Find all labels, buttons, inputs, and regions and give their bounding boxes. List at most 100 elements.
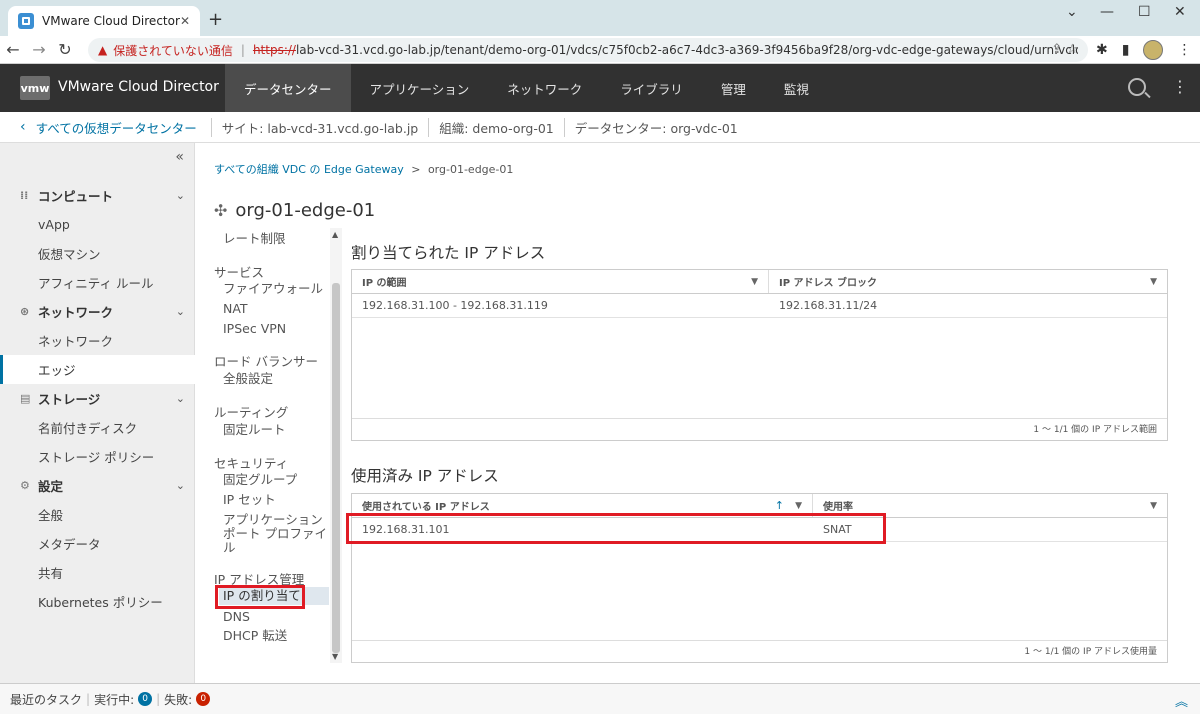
sidepanel-icon[interactable]: ▮ — [1122, 42, 1130, 58]
page-title: ✣ org-01-edge-01 — [214, 200, 376, 221]
minimize-icon[interactable]: — — [1100, 4, 1114, 20]
vmware-logo: vmw — [20, 76, 50, 100]
subnav-app-port-profiles-3[interactable]: ル — [223, 540, 331, 555]
grid-footer: 1 ～ 1/1 個の IP アドレス使用量 — [352, 640, 1167, 662]
nav-group-compute[interactable]: ⁞⁞ コンピュート ⌄ — [0, 181, 195, 210]
sidebar-item-networks[interactable]: ネットワーク — [0, 326, 195, 355]
column-ip-block[interactable]: IP アドレス ブロック ▼ — [769, 270, 1167, 293]
breadcrumb-link-edges[interactable]: すべての組織 VDC の Edge Gateway — [214, 163, 404, 176]
subnav-lb-general[interactable]: 全般設定 — [223, 371, 331, 386]
context-org: 組織: demo-org-01 — [428, 117, 564, 137]
back-arrow-icon[interactable]: ← — [0, 40, 26, 59]
sidebar-item-sharing[interactable]: 共有 — [0, 558, 195, 587]
network-icon: ⊛ — [20, 305, 30, 318]
recent-tasks-label[interactable]: 最近のタスク — [10, 691, 82, 708]
scroll-down-icon[interactable]: ▼ — [332, 652, 338, 661]
url-protocol: https:// — [252, 43, 296, 57]
allocated-ip-title: 割り当てられた IP アドレス — [351, 244, 546, 262]
subnav-ipsec[interactable]: IPSec VPN — [223, 321, 331, 336]
extensions-icon[interactable]: ✱ — [1096, 42, 1108, 58]
grid-icon: ⁞⁞ — [20, 189, 29, 202]
edge-gateway-icon: ✣ — [214, 201, 228, 220]
failed-count-badge: 0 — [196, 692, 211, 706]
sidebar-item-named-disks[interactable]: 名前付きディスク — [0, 413, 195, 442]
sidebar-item-kubernetes[interactable]: Kubernetes ポリシー — [0, 587, 195, 616]
table-row[interactable]: 192.168.31.100 - 192.168.31.119 192.168.… — [352, 294, 1167, 318]
subnav-app-port-profiles-1[interactable]: アプリケーション — [223, 512, 331, 527]
context-bar: ‹ すべての仮想データセンター サイト: lab-vcd-31.vcd.go-l… — [0, 112, 1200, 143]
profile-avatar[interactable] — [1143, 40, 1164, 60]
scroll-thumb[interactable] — [332, 283, 340, 653]
subnav-dns[interactable]: DNS — [223, 609, 331, 624]
new-tab-icon[interactable]: + — [208, 9, 223, 30]
back-to-vdcs-link[interactable]: ‹ すべての仮想データセンター — [0, 118, 211, 137]
sidebar-item-vms[interactable]: 仮想マシン — [0, 239, 195, 268]
filter-icon[interactable]: ▼ — [795, 501, 802, 511]
menu-kebab-icon[interactable]: ⋮ — [1177, 42, 1191, 58]
subnav-static-groups[interactable]: 固定グループ — [223, 472, 331, 487]
subnav-scrollbar[interactable]: ▲ ▼ — [330, 228, 342, 663]
nav-group-storage[interactable]: ▤ ストレージ ⌄ — [0, 384, 195, 413]
vmware-favicon-icon — [18, 13, 34, 29]
gear-icon: ⚙ — [20, 479, 30, 492]
sidebar-item-vapp[interactable]: vApp — [0, 210, 195, 239]
scroll-up-icon[interactable]: ▲ — [332, 230, 338, 239]
nav-datacenter[interactable]: データセンター — [225, 64, 351, 112]
filter-icon[interactable]: ▼ — [1150, 501, 1157, 511]
insecure-label: 保護されていない通信 — [113, 43, 233, 58]
expand-tasks-icon[interactable]: ︽ — [1175, 691, 1188, 710]
subnav-firewall[interactable]: ファイアウォール — [223, 281, 331, 296]
sidebar-item-storage-policies[interactable]: ストレージ ポリシー — [0, 442, 195, 471]
nav-administration[interactable]: 管理 — [702, 64, 765, 112]
context-site: サイト: lab-vcd-31.vcd.go-lab.jp — [210, 117, 428, 137]
filter-icon[interactable]: ▼ — [1150, 277, 1157, 287]
subnav-head-lb: ロード バランサー — [214, 354, 318, 369]
window-close-icon[interactable]: ✕ — [1174, 4, 1186, 20]
url-input[interactable]: ▲ 保護されていない通信 | https:// lab-vcd-31.vcd.g… — [88, 38, 1088, 62]
sidebar-item-edges[interactable]: エッジ — [0, 355, 195, 384]
storage-icon: ▤ — [20, 392, 31, 405]
filter-icon[interactable]: ▼ — [751, 277, 758, 287]
nav-group-network[interactable]: ⊛ ネットワーク ⌄ — [0, 297, 195, 326]
browser-tab[interactable]: VMware Cloud Director ✕ — [8, 6, 200, 36]
subnav-static-routes[interactable]: 固定ルート — [223, 422, 331, 437]
chevron-down-icon: ⌄ — [175, 305, 185, 318]
forward-arrow-icon[interactable]: → — [26, 40, 52, 59]
share-bookmark-icon[interactable]: ⇪ ☆ — [1051, 42, 1078, 57]
nav-monitor[interactable]: 監視 — [765, 64, 828, 112]
used-ip-title: 使用済み IP アドレス — [351, 467, 499, 485]
subnav-nat[interactable]: NAT — [223, 301, 331, 316]
sidebar-item-metadata[interactable]: メタデータ — [0, 529, 195, 558]
subnav-app-port-profiles-2[interactable]: ポート プロファイ — [223, 526, 331, 541]
search-icon[interactable] — [1128, 78, 1146, 96]
chevron-down-icon: ⌄ — [175, 189, 185, 202]
grid-footer: 1 ～ 1/1 個の IP アドレス範囲 — [352, 418, 1167, 440]
browser-tab-bar: VMware Cloud Director ✕ + ⌄ — ☐ ✕ — [0, 0, 1200, 36]
column-ip-range[interactable]: IP の範囲 ▼ — [352, 270, 769, 293]
product-name: VMware Cloud Director — [58, 79, 219, 95]
subnav-ip-sets[interactable]: IP セット — [223, 492, 331, 507]
browser-extensions: ✱ ▮ ⋮ — [1096, 40, 1191, 60]
highlight-used-ip-row — [346, 513, 886, 544]
nav-group-settings[interactable]: ⚙ 設定 ⌄ — [0, 471, 195, 500]
app-header: vmw VMware Cloud Director データセンター アプリケーシ… — [0, 64, 1200, 112]
reload-icon[interactable]: ↻ — [52, 40, 78, 59]
nav-networking[interactable]: ネットワーク — [488, 64, 601, 112]
subnav-dhcp-forwarding[interactable]: DHCP 転送 — [223, 628, 331, 643]
subnav-rate-limit[interactable]: レート制限 — [223, 231, 331, 246]
nav-libraries[interactable]: ライブラリ — [601, 64, 702, 112]
more-icon[interactable]: ⋮ — [1172, 77, 1188, 96]
nav-applications[interactable]: アプリケーション — [351, 64, 489, 112]
collapse-sidebar-icon[interactable]: « — [175, 149, 184, 165]
maximize-icon[interactable]: ☐ — [1138, 4, 1151, 20]
chevron-down-icon[interactable]: ⌄ — [1066, 4, 1078, 20]
left-navigation: « ⁞⁞ コンピュート ⌄ vApp 仮想マシン アフィニティ ルール ⊛ ネッ… — [0, 143, 195, 683]
breadcrumb-current: org-01-edge-01 — [427, 163, 514, 176]
subnav-head-services: サービス — [214, 265, 265, 280]
sort-ascending-icon[interactable]: ↑ — [775, 499, 784, 512]
chevron-left-icon: ‹ — [20, 119, 26, 135]
close-icon[interactable]: ✕ — [180, 14, 190, 28]
context-datacenter: データセンター: org-vdc-01 — [563, 117, 748, 137]
sidebar-item-affinity[interactable]: アフィニティ ルール — [0, 268, 195, 297]
sidebar-item-general[interactable]: 全般 — [0, 500, 195, 529]
